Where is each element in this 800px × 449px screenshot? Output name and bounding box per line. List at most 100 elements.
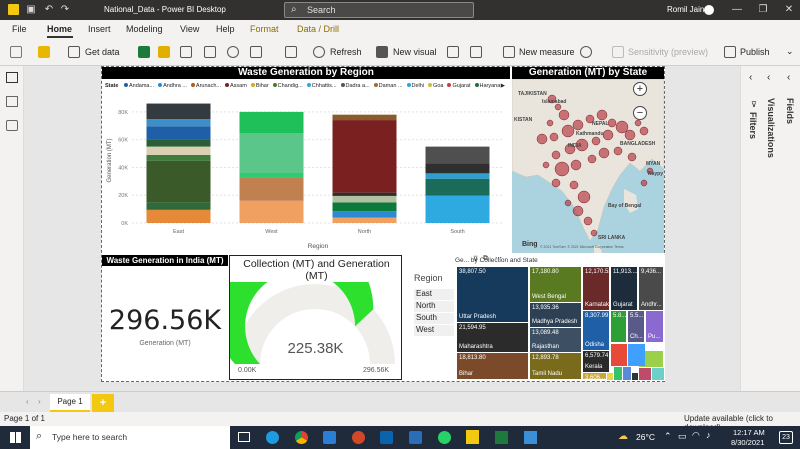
tab-modeling[interactable]: Modeling bbox=[126, 24, 163, 34]
tab-home[interactable]: Home bbox=[47, 24, 72, 34]
treemap-visual[interactable]: Ge... by Collection and State ⊽ ⧉ ⋯ 38,8… bbox=[455, 255, 665, 381]
model-view-icon[interactable] bbox=[6, 120, 18, 131]
viz-collapse-icon[interactable]: ‹ bbox=[767, 72, 770, 83]
fields-pane-tab[interactable]: Fields bbox=[785, 98, 795, 124]
zoom-out-button[interactable]: − bbox=[633, 106, 647, 120]
powerpoint-icon[interactable] bbox=[352, 431, 365, 444]
chrome-icon[interactable] bbox=[295, 431, 308, 444]
transform-data-icon[interactable] bbox=[285, 46, 297, 58]
region-slicer[interactable]: Region East North South West bbox=[414, 273, 454, 343]
add-page-button[interactable]: + bbox=[92, 394, 114, 412]
treemap-tile-small[interactable] bbox=[607, 373, 613, 380]
treemap-tile[interactable]: 8,307.99 Odisha bbox=[583, 311, 609, 350]
dataset-icon[interactable] bbox=[158, 46, 170, 58]
legend-item[interactable]: Andhra ... bbox=[158, 83, 187, 89]
taskbar-search[interactable]: ⌕ Type here to search bbox=[30, 426, 230, 449]
filters-pane-tab[interactable]: Filters bbox=[748, 112, 758, 139]
treemap-tile-small[interactable] bbox=[614, 367, 622, 380]
avatar[interactable] bbox=[704, 5, 714, 15]
prev-page-icon[interactable]: ‹ bbox=[26, 397, 29, 406]
whatsapp-icon[interactable] bbox=[438, 431, 451, 444]
tab-help[interactable]: Help bbox=[216, 24, 235, 34]
treemap-tile[interactable]: 13,935.36 Madhya Pradesh bbox=[530, 303, 581, 327]
quick-measure-icon[interactable] bbox=[580, 46, 592, 58]
sql-icon[interactable] bbox=[180, 46, 192, 58]
enter-data-icon[interactable] bbox=[204, 46, 216, 58]
clock-date[interactable]: 8/30/2021 bbox=[731, 438, 764, 447]
outlook-icon[interactable] bbox=[380, 431, 393, 444]
slicer-item-south[interactable]: South bbox=[414, 313, 454, 324]
treemap-tile-small[interactable] bbox=[632, 373, 638, 380]
bar-chart-visual[interactable]: Waste Generation by Region State Andama.… bbox=[102, 67, 510, 253]
treemap-tile[interactable]: 13,089.48 Rajasthan bbox=[530, 328, 581, 352]
tab-insert[interactable]: Insert bbox=[88, 24, 111, 34]
vscode-icon[interactable] bbox=[323, 431, 336, 444]
ribbon-collapse-icon[interactable]: ⌄ bbox=[786, 46, 794, 57]
treemap-tile-small[interactable] bbox=[611, 344, 627, 366]
legend-item[interactable]: Andama... bbox=[123, 83, 154, 89]
windows-start-icon[interactable] bbox=[10, 432, 21, 443]
weather-icon[interactable]: ☁ bbox=[618, 431, 628, 442]
legend-item[interactable]: Delhi bbox=[406, 83, 424, 89]
excel-taskbar-icon[interactable] bbox=[495, 431, 508, 444]
photos-taskbar-icon[interactable] bbox=[524, 431, 537, 444]
legend-item[interactable]: Haryana bbox=[474, 83, 500, 89]
dataverse-icon[interactable] bbox=[227, 46, 239, 58]
zoom-in-button[interactable]: + bbox=[633, 82, 647, 96]
close-icon[interactable]: ✕ bbox=[782, 3, 796, 17]
refresh-icon[interactable] bbox=[313, 46, 325, 58]
treemap-tile[interactable]: 3,606... bbox=[583, 373, 606, 379]
slicer-item-north[interactable]: North bbox=[414, 301, 454, 312]
report-view-icon[interactable] bbox=[6, 72, 18, 83]
maximize-icon[interactable]: ❐ bbox=[756, 3, 770, 17]
redo-icon[interactable]: ↷ bbox=[58, 3, 72, 17]
slicer-item-west[interactable]: West bbox=[414, 325, 454, 336]
focus-mode-icon[interactable]: ⧉ bbox=[483, 255, 488, 263]
new-measure-button[interactable]: New measure bbox=[519, 47, 575, 57]
filters-collapse-icon[interactable]: ‹ bbox=[749, 72, 752, 83]
treemap-tile-small[interactable] bbox=[652, 368, 664, 380]
treemap-tile[interactable]: 11,913.... Gujarat bbox=[611, 267, 637, 310]
legend-item[interactable]: Arunach... bbox=[190, 83, 221, 89]
legend-item[interactable]: Chandig... bbox=[272, 83, 303, 89]
tab-format[interactable]: Format bbox=[250, 24, 279, 34]
card-visual[interactable]: Waste Generation in India (MT) 296.56K G… bbox=[102, 255, 228, 380]
tab-file[interactable]: File bbox=[12, 24, 27, 34]
save-icon[interactable]: ▣ bbox=[24, 3, 38, 17]
treemap-tile[interactable]: 38,807.50 Uttar Pradesh bbox=[457, 267, 528, 322]
minimize-icon[interactable]: — bbox=[730, 3, 744, 17]
legend-next-icon[interactable]: ▶ bbox=[501, 83, 505, 89]
visualizations-pane-tab[interactable]: Visualizations bbox=[766, 98, 776, 158]
treemap-tile[interactable]: 9,436... Andhr... bbox=[639, 267, 663, 310]
undo-icon[interactable]: ↶ bbox=[42, 3, 56, 17]
map-visual[interactable]: Generation (MT) by State TAJIKISTAN KISTA… bbox=[512, 67, 664, 253]
legend-item[interactable]: Dadra a... bbox=[340, 83, 370, 89]
tray-chevron-icon[interactable]: ⌃ bbox=[664, 431, 672, 442]
treemap-tile[interactable]: 12,170.53 Karnataka bbox=[583, 267, 609, 310]
treemap-tile[interactable]: 12,893.78 Tamil Nadu bbox=[530, 353, 581, 379]
legend-item[interactable]: Assam bbox=[225, 83, 247, 89]
legend-item[interactable]: Bihar bbox=[250, 83, 269, 89]
refresh-button[interactable]: Refresh bbox=[330, 47, 362, 57]
fields-collapse-icon[interactable]: ‹ bbox=[787, 72, 790, 83]
treemap-tile[interactable]: 5.8... bbox=[611, 311, 626, 342]
paste-icon[interactable] bbox=[10, 46, 22, 58]
new-measure-icon[interactable] bbox=[503, 46, 515, 58]
treemap-tile[interactable]: 6,579.74 Kerala bbox=[583, 351, 609, 372]
treemap-tile-small[interactable] bbox=[628, 344, 645, 366]
treemap-tile-small[interactable] bbox=[623, 367, 631, 380]
publish-button[interactable]: Publish bbox=[740, 47, 770, 57]
next-page-icon[interactable]: › bbox=[38, 397, 41, 406]
task-view-icon[interactable] bbox=[238, 432, 250, 442]
legend-item[interactable]: Chhattis... bbox=[306, 83, 337, 89]
search-input[interactable]: ⌕ Search bbox=[284, 2, 474, 18]
new-visual-button[interactable]: New visual bbox=[393, 47, 437, 57]
page-tab-1[interactable]: Page 1 bbox=[50, 394, 90, 412]
treemap-tile[interactable]: 17,180.80 West Bengal bbox=[530, 267, 581, 302]
edge-icon[interactable] bbox=[266, 431, 279, 444]
recent-sources-icon[interactable] bbox=[250, 46, 262, 58]
network-icon[interactable]: ▭ bbox=[678, 431, 687, 442]
camera-icon[interactable] bbox=[409, 431, 422, 444]
filter-icon[interactable]: ⊽ bbox=[473, 255, 478, 263]
more-options-icon[interactable]: ⋯ bbox=[495, 254, 502, 262]
